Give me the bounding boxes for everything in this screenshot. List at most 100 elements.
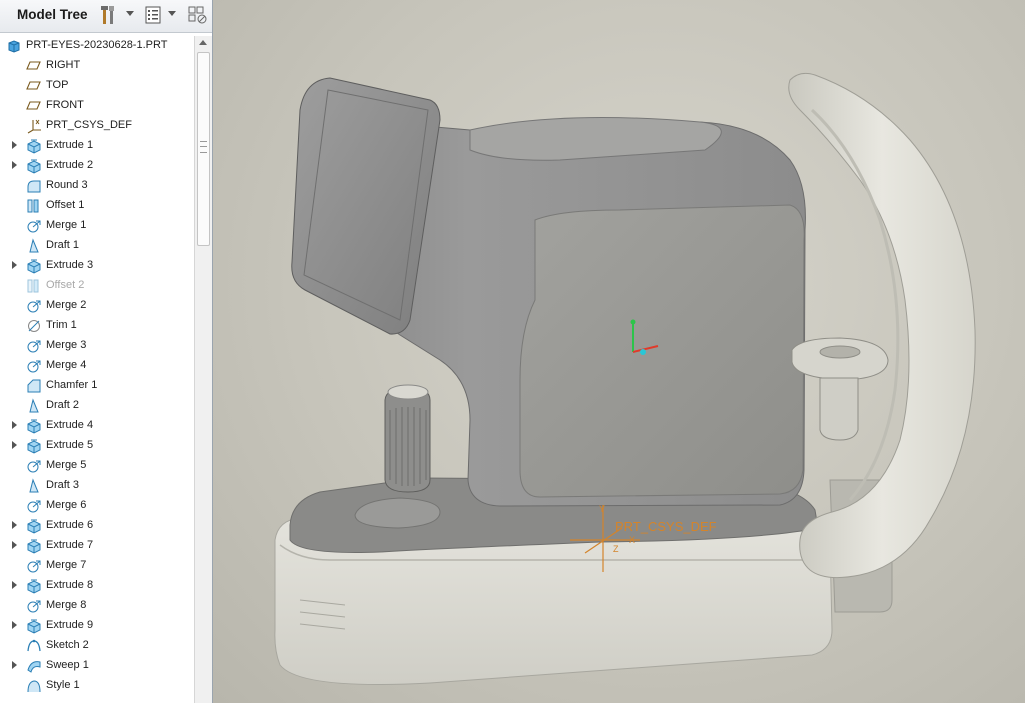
tree-item-label: Merge 4 (46, 359, 87, 371)
draft-icon (26, 478, 42, 494)
extrude-icon (26, 418, 42, 434)
tree-item-label: Draft 2 (46, 399, 80, 411)
sketch-icon (26, 638, 42, 654)
settings-dropdown-caret[interactable] (126, 11, 134, 16)
merge-icon (26, 218, 42, 234)
round-icon (26, 178, 42, 194)
csys-icon (26, 118, 42, 134)
extrude-icon (26, 578, 42, 594)
tree-item-merge-3[interactable]: Merge 3 (0, 336, 194, 356)
tree-item-right[interactable]: RIGHT (0, 56, 194, 76)
tree-item-label: Extrude 1 (46, 139, 94, 151)
tree-item-offset-2[interactable]: Offset 2 (0, 276, 194, 296)
tree-item-round-3[interactable]: Round 3 (0, 176, 194, 196)
show-columns-icon[interactable] (187, 4, 209, 26)
tree-item-label: Merge 6 (46, 499, 87, 511)
tree-item-extrude-6[interactable]: Extrude 6 (0, 516, 194, 536)
merge-icon (26, 498, 42, 514)
extrude-icon (26, 438, 42, 454)
tree-item-label: Round 3 (46, 179, 88, 191)
tree-item-chamfer-1[interactable]: Chamfer 1 (0, 376, 194, 396)
csys-y-label: Y (599, 504, 605, 514)
merge-icon (26, 298, 42, 314)
expand-arrow-icon[interactable] (12, 541, 17, 549)
tree-item-sketch-2[interactable]: Sketch 2 (0, 636, 194, 656)
tree-item-extrude-2[interactable]: Extrude 2 (0, 156, 194, 176)
chin-post-shape (819, 377, 859, 441)
expand-arrow-icon[interactable] (12, 141, 17, 149)
triad-y-dot (630, 319, 636, 325)
datum-plane-icon (26, 98, 42, 114)
tree-item-extrude-1[interactable]: Extrude 1 (0, 136, 194, 156)
chamfer-icon (26, 378, 42, 394)
filter-dropdown-caret[interactable] (168, 11, 176, 16)
tree-item-extrude-5[interactable]: Extrude 5 (0, 436, 194, 456)
tree-item-prt-csys-def[interactable]: PRT_CSYS_DEF (0, 116, 194, 136)
tree-item-merge-2[interactable]: Merge 2 (0, 296, 194, 316)
tree-item-label: Style 1 (46, 679, 80, 691)
merge-icon (26, 338, 42, 354)
offset-icon (26, 278, 42, 294)
tree-item-merge-6[interactable]: Merge 6 (0, 496, 194, 516)
tree-item-merge-5[interactable]: Merge 5 (0, 456, 194, 476)
tree-item-merge-4[interactable]: Merge 4 (0, 356, 194, 376)
tree-item-label: TOP (46, 79, 69, 91)
triad-z-dot (640, 349, 646, 355)
extrude-icon (26, 158, 42, 174)
tree-item-label: Merge 3 (46, 339, 87, 351)
tree-item-style-1[interactable]: Style 1 (0, 676, 194, 696)
draft-icon (26, 398, 42, 414)
tree-item-draft-1[interactable]: Draft 1 (0, 236, 194, 256)
csys-x-label: X (629, 535, 635, 545)
tree-item-label: Draft 1 (46, 239, 80, 251)
extrude-icon (26, 138, 42, 154)
tree-item-merge-7[interactable]: Merge 7 (0, 556, 194, 576)
tree-item-merge-8[interactable]: Merge 8 (0, 596, 194, 616)
expand-arrow-icon[interactable] (12, 441, 17, 449)
tree-item-label: Offset 1 (46, 199, 85, 211)
tree-item-label: Chamfer 1 (46, 379, 98, 391)
tree-item-top[interactable]: TOP (0, 76, 194, 96)
trim-icon (26, 318, 42, 334)
graphics-viewport[interactable]: PRT_CSYS_DEF Y X Z (213, 0, 1025, 703)
expand-arrow-icon[interactable] (12, 621, 17, 629)
tree-item-draft-3[interactable]: Draft 3 (0, 476, 194, 496)
tree-item-label: Trim 1 (46, 319, 77, 331)
expand-arrow-icon[interactable] (12, 421, 17, 429)
tree-item-draft-2[interactable]: Draft 2 (0, 396, 194, 416)
extrude-icon (26, 258, 42, 274)
scroll-thumb[interactable] (197, 52, 210, 246)
tree-item-trim-1[interactable]: Trim 1 (0, 316, 194, 336)
expand-arrow-icon[interactable] (12, 261, 17, 269)
rest-frame-shape (788, 72, 976, 579)
tree-item-sweep-1[interactable]: Sweep 1 (0, 656, 194, 676)
tree-item-extrude-3[interactable]: Extrude 3 (0, 256, 194, 276)
extrude-icon (26, 538, 42, 554)
datum-plane-icon (26, 58, 42, 74)
tree-item-label: Merge 8 (46, 599, 87, 611)
tree-filter-icon[interactable] (143, 4, 165, 26)
csys-z-label: Z (613, 544, 619, 554)
tree-item-label: FRONT (46, 99, 84, 111)
scroll-up-arrow-icon[interactable] (199, 40, 207, 45)
merge-icon (26, 558, 42, 574)
chin-cup-inner-shape (819, 345, 861, 359)
merge-icon (26, 358, 42, 374)
tree-item-extrude-9[interactable]: Extrude 9 (0, 616, 194, 636)
tree-item-extrude-8[interactable]: Extrude 8 (0, 576, 194, 596)
tree-item-label: Extrude 7 (46, 539, 94, 551)
expand-arrow-icon[interactable] (12, 521, 17, 529)
front-face-shape (519, 204, 805, 498)
tree-item-extrude-7[interactable]: Extrude 7 (0, 536, 194, 556)
tree-item-offset-1[interactable]: Offset 1 (0, 196, 194, 216)
tree-scrollbar[interactable] (194, 36, 212, 703)
tree-item-prt-eyes-20230628-1-prt[interactable]: PRT-EYES-20230628-1.PRT (0, 36, 194, 56)
tree-item-merge-1[interactable]: Merge 1 (0, 216, 194, 236)
expand-arrow-icon[interactable] (12, 161, 17, 169)
tree-item-label: Extrude 6 (46, 519, 94, 531)
tree-item-extrude-4[interactable]: Extrude 4 (0, 416, 194, 436)
expand-arrow-icon[interactable] (12, 581, 17, 589)
settings-tools-icon[interactable] (98, 4, 120, 26)
expand-arrow-icon[interactable] (12, 661, 17, 669)
tree-item-front[interactable]: FRONT (0, 96, 194, 116)
